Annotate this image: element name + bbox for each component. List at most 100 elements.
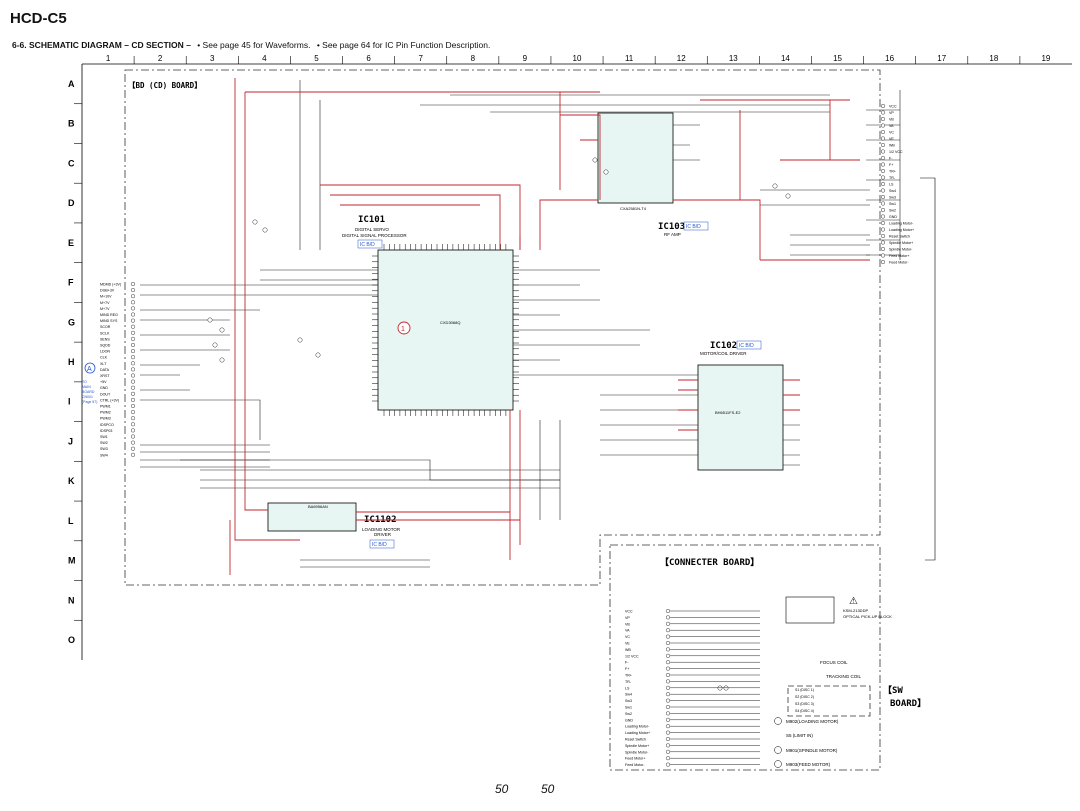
connecter-signal-label: WB [625,648,631,652]
left-signal-pin [130,385,135,390]
row-label: K [68,476,75,486]
row-label: H [68,357,75,367]
ic102-desc: MOTOR/COIL DRIVER [700,351,747,356]
sw-board-label-2: BOARD】 [890,698,926,709]
left-signal-label: CLK [100,356,108,360]
right-signal-label: Sw4 [889,189,896,193]
left-signal-pin [130,404,135,409]
ic102-chip [697,364,784,471]
connector-a: A TO MAIN BOARD CN001 (Page 57) [82,362,97,404]
left-signal-label: SCOR [100,325,111,329]
right-signal-label: Loading Motor- [889,222,914,226]
connecter-signal-label: GND [625,718,633,722]
column-label: 3 [210,54,215,63]
left-signal-pin [130,428,135,433]
connecter-signal-pin [666,724,671,729]
right-signal-pin [881,155,886,160]
right-signal-pin [881,214,886,219]
left-signal-pin [130,416,135,421]
row-label: O [68,635,75,645]
svg-text:(Page 57): (Page 57) [82,400,97,404]
left-signal-pin [130,343,135,348]
grid-frame [81,63,1072,660]
left-signal-pin [130,361,135,366]
svg-text:MAIN: MAIN [82,385,91,389]
left-signal-pin [130,367,135,372]
row-label: I [68,397,71,407]
svg-text:TO: TO [82,380,87,384]
left-signal-label: M+7V [100,301,110,305]
connecter-signal-label: TR- [625,680,632,684]
svg-text:S1 (DISC 1): S1 (DISC 1) [795,688,814,692]
row-label: J [68,436,73,446]
connecter-signal-pin [666,673,671,678]
tracking-coil-label: TRACKING COIL [826,674,862,679]
right-signal-pin [881,188,886,193]
right-signal-label: Sw2 [889,209,896,213]
column-label: 7 [418,54,423,63]
right-signal-pin [881,240,886,245]
connecter-board-label: 【CONNECTER BOARD】 [660,557,759,568]
left-signal-label: MDMD (+3V) [100,283,121,287]
svg-text:OPTICAL PICK-UP BLOCK: OPTICAL PICK-UP BLOCK [843,614,892,619]
left-signal-label: DATA [100,368,110,372]
left-signal-pin [130,446,135,451]
right-signal-label: Feed Motor+ [889,254,909,258]
left-signal-pin [130,379,135,384]
component-pad [252,219,258,225]
connecter-signal-label: Loading Motor+ [625,731,650,735]
page-number-left: 50 [495,782,509,796]
right-signal-label: TR- [889,176,896,180]
left-signal-pin [130,373,135,378]
connecter-signal-label: VB [625,622,630,626]
connecter-signal-pin [666,685,671,690]
right-signal-pin [881,220,886,225]
left-signal-pin [130,306,135,311]
right-signal-label: F+ [889,163,893,167]
right-signal-label: LS [889,183,894,187]
right-signal-label: VC [889,131,894,135]
connecter-signal-label: F+ [625,667,629,671]
left-signal-pin [130,288,135,293]
left-signal-pin [130,318,135,323]
ic101-desc: DIGITAL SERVO [355,227,389,232]
left-signal-label: SCLK [100,331,110,335]
connecter-signal-pin [666,749,671,754]
column-label: 6 [366,54,371,63]
connecter-signal-pin [666,634,671,639]
left-signal-label: CTRL (+3V) [100,398,119,402]
connecter-signal-pin [666,641,671,646]
right-signal-pin [881,201,886,206]
svg-text:M903(FEED MOTOR): M903(FEED MOTOR) [786,762,831,767]
column-label: 9 [523,54,528,63]
right-signal-pin [881,116,886,121]
column-label: 15 [833,54,842,63]
left-signal-pin [130,452,135,457]
left-signal-pin [130,440,135,445]
left-signal-label: IDSP03 [100,429,112,433]
sw-board-label-1: 【SW [883,685,903,696]
left-signal-label: XRST [100,374,110,378]
ic103-ref: IC B/D [686,224,701,230]
page-number-right: 50 [541,782,555,796]
row-label: D [68,198,75,208]
left-signal-label: M+10V [100,295,112,299]
right-signal-pin [881,227,886,232]
connecter-signal-pin [666,621,671,626]
connecter-signal-pin [666,692,671,697]
right-signal-pin [881,168,886,173]
bd-board-label: 【BD (CD) BOARD】 [128,80,202,90]
svg-text:BOARD: BOARD [82,390,95,394]
ic103-label: IC103 [658,222,685,232]
right-signal-pin [881,129,886,134]
right-signal-label: TR+ [889,170,896,174]
column-label: 13 [729,54,738,63]
connecter-signal-label: VCC [625,610,633,614]
left-signal-pin [130,282,135,287]
row-label: N [68,595,75,605]
left-signal-label: +5V [100,380,107,384]
column-label: 11 [625,54,634,63]
right-signal-pin [881,123,886,128]
left-signal-pin [130,300,135,305]
ic102-label: IC102 [710,341,737,351]
